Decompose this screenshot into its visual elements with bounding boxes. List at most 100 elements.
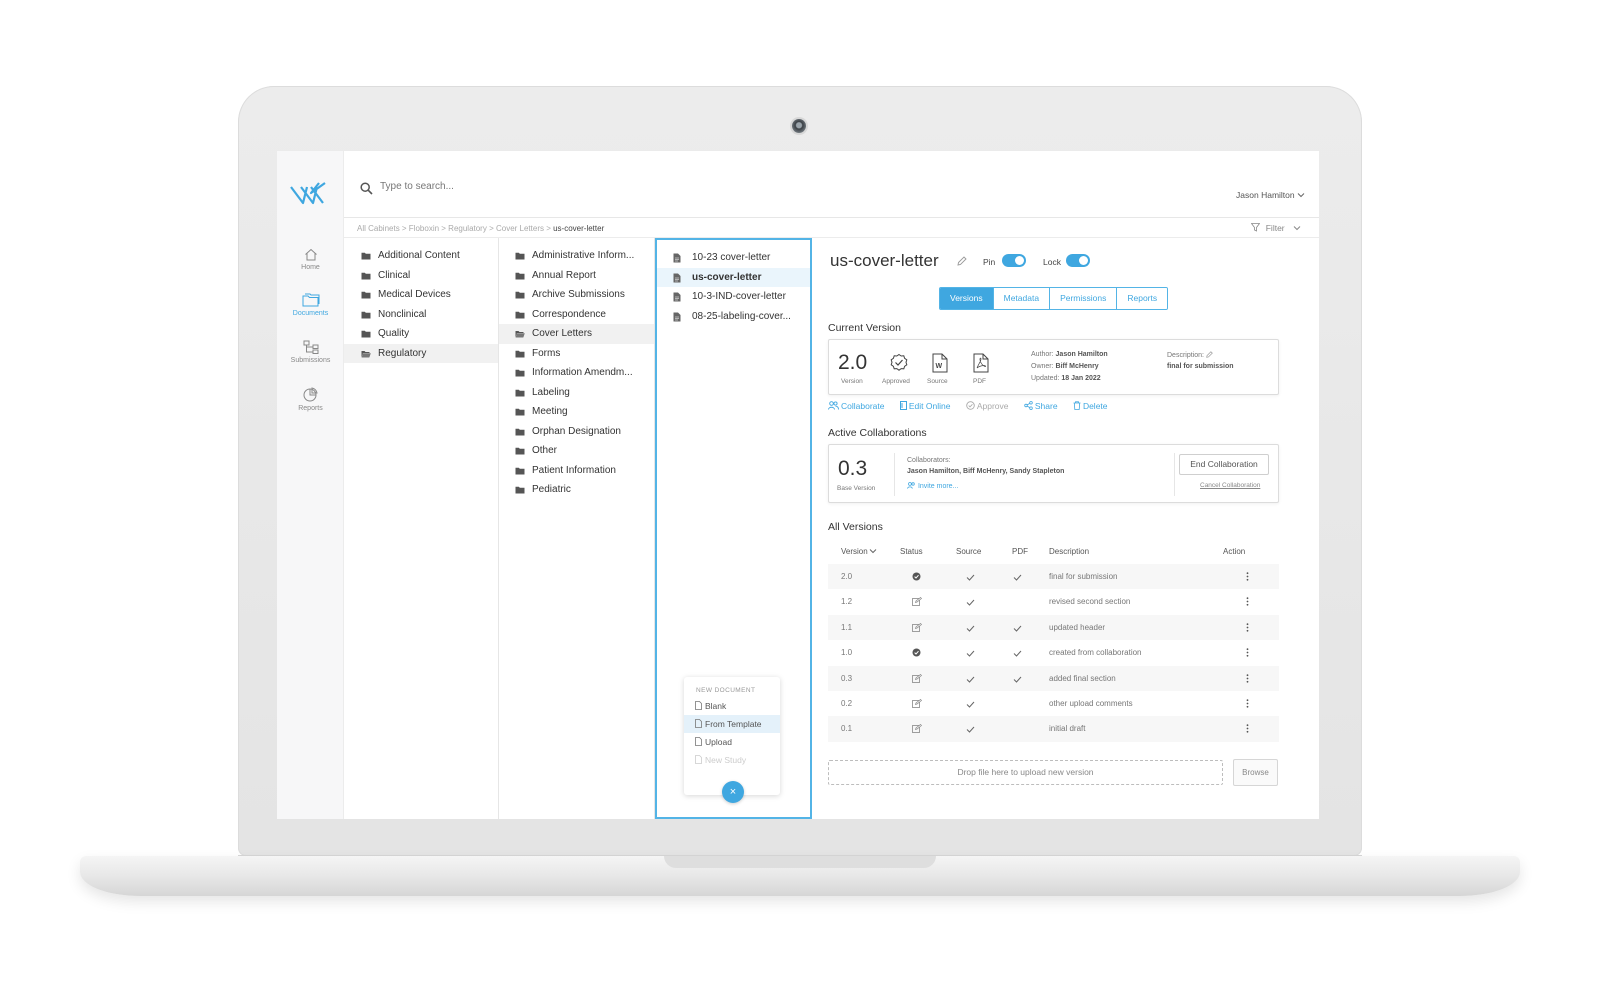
- author-label: Author:: [1031, 351, 1054, 358]
- pin-toggle[interactable]: [1002, 254, 1026, 267]
- tab-permissions[interactable]: Permissions: [1050, 288, 1118, 309]
- nav-home-label: Home: [301, 264, 320, 271]
- edit-online-button[interactable]: Edit Online: [899, 401, 950, 411]
- updated-value: 18 Jan 2022: [1061, 375, 1101, 382]
- subfolder-item[interactable]: Correspondence: [499, 305, 654, 325]
- edit-icon: [912, 597, 923, 607]
- owner-value: Biff McHenry: [1055, 363, 1099, 370]
- file-item[interactable]: 10-3-IND-cover-letter: [657, 287, 810, 307]
- cabinet-item[interactable]: Additional Content: [344, 246, 498, 266]
- description-line: Description:: [1167, 351, 1213, 359]
- cabinet-item[interactable]: Regulatory: [344, 343, 498, 363]
- upload-dropzone[interactable]: Drop file here to upload new version: [828, 760, 1223, 785]
- table-row[interactable]: 0.3 added final section: [828, 665, 1279, 691]
- pencil-icon[interactable]: [1206, 351, 1213, 358]
- table-row[interactable]: 2.0 final for submission: [828, 564, 1279, 590]
- new-document-option[interactable]: From Template: [684, 715, 780, 733]
- file-item[interactable]: us-cover-letter: [657, 267, 810, 287]
- row-action-menu[interactable]: [1246, 589, 1249, 614]
- subfolder-item[interactable]: Labeling: [499, 383, 654, 403]
- subfolder-item[interactable]: Archive Submissions: [499, 285, 654, 305]
- column-source: Source: [956, 547, 982, 556]
- cancel-collaboration-link[interactable]: Cancel Collaboration: [1200, 482, 1260, 489]
- subfolder-item[interactable]: Orphan Designation: [499, 422, 654, 442]
- row-action-menu[interactable]: [1246, 640, 1249, 665]
- version-cell: 0.2: [841, 698, 853, 708]
- nav-documents[interactable]: Documents: [277, 293, 344, 317]
- column-description: Description: [1049, 547, 1090, 556]
- subfolder-item[interactable]: Administrative Inform...: [499, 246, 654, 266]
- filter-icon: [1251, 223, 1261, 232]
- invite-more-link[interactable]: Invite more...: [907, 482, 958, 490]
- row-action-menu[interactable]: [1246, 716, 1249, 741]
- approved-badge-icon: [890, 353, 908, 371]
- user-menu[interactable]: Jason Hamilton: [1236, 189, 1305, 200]
- collaborate-button[interactable]: Collaborate: [828, 401, 884, 411]
- all-versions-title: All Versions: [828, 521, 883, 533]
- subfolder-label: Labeling: [532, 386, 570, 398]
- subfolder-item[interactable]: Information Amendm...: [499, 363, 654, 383]
- file-label: 10-23 cover-letter: [692, 252, 771, 263]
- subfolder-item[interactable]: Other: [499, 441, 654, 461]
- subfolder-label: Correspondence: [532, 308, 606, 320]
- subfolder-item[interactable]: Pediatric: [499, 480, 654, 500]
- check-icon: [966, 701, 975, 708]
- table-row[interactable]: 0.1 initial draft: [828, 716, 1279, 742]
- subfolder-item[interactable]: Forms: [499, 344, 654, 364]
- filter-label: Filter: [1265, 223, 1285, 233]
- lock-toggle[interactable]: [1066, 254, 1090, 267]
- new-document-option[interactable]: Upload: [684, 733, 780, 751]
- row-action-menu[interactable]: [1246, 691, 1249, 716]
- word-file-icon[interactable]: W: [932, 353, 948, 373]
- row-action-menu[interactable]: [1246, 615, 1249, 640]
- source-cell: [966, 564, 975, 589]
- document-detail-panel: us-cover-letter Pin Lock Versions Metada…: [812, 238, 1319, 819]
- new-document-header: NEW DOCUMENT: [696, 687, 756, 694]
- new-document-option[interactable]: Blank: [684, 697, 780, 715]
- table-header: Version Status Source PDF Description Ac…: [828, 539, 1279, 564]
- browse-button[interactable]: Browse: [1233, 759, 1278, 786]
- delete-button[interactable]: Delete: [1073, 401, 1108, 411]
- row-action-menu[interactable]: [1246, 666, 1249, 691]
- cabinet-item[interactable]: Quality: [344, 324, 498, 344]
- nav-reports[interactable]: Reports: [277, 387, 344, 412]
- table-row[interactable]: 0.2 other upload comments: [828, 691, 1279, 716]
- close-new-document-button[interactable]: ×: [722, 781, 744, 803]
- base-version-caption: Base Version: [837, 485, 876, 492]
- pencil-icon[interactable]: [957, 256, 967, 266]
- nav-submissions[interactable]: Submissions: [277, 340, 344, 364]
- approve-button[interactable]: Approve: [966, 401, 1009, 411]
- description-cell: revised second section: [1049, 597, 1131, 607]
- check-icon: [1013, 574, 1022, 581]
- search-input[interactable]: [380, 181, 680, 192]
- breadcrumb: All Cabinets > Floboxin > Regulatory > C…: [357, 224, 604, 233]
- status-cell: [912, 716, 923, 741]
- row-action-menu[interactable]: [1246, 564, 1249, 589]
- column-version[interactable]: Version: [841, 539, 877, 564]
- tab-versions[interactable]: Versions: [940, 288, 994, 309]
- file-item[interactable]: 08-25-labeling-cover...: [657, 307, 810, 327]
- share-button[interactable]: Share: [1024, 401, 1058, 411]
- breadcrumb-path[interactable]: All Cabinets > Floboxin > Regulatory > C…: [357, 224, 553, 233]
- table-row[interactable]: 1.0 created from collaboration: [828, 640, 1279, 665]
- tab-reports[interactable]: Reports: [1117, 288, 1168, 309]
- nav-home[interactable]: Home: [277, 248, 344, 271]
- table-row[interactable]: 1.2 revised second section: [828, 589, 1279, 614]
- file-item[interactable]: 10-23 cover-letter: [657, 248, 810, 268]
- description-cell: final for submission: [1049, 572, 1118, 581]
- subfolder-item[interactable]: Patient Information: [499, 461, 654, 481]
- table-row[interactable]: 1.1 updated header: [828, 614, 1279, 641]
- subfolder-item[interactable]: Cover Letters: [499, 324, 654, 344]
- cabinet-item[interactable]: Clinical: [344, 266, 498, 286]
- tab-metadata[interactable]: Metadata: [993, 288, 1051, 309]
- cabinet-item[interactable]: Medical Devices: [344, 285, 498, 305]
- end-collaboration-button[interactable]: End Collaboration: [1179, 454, 1269, 475]
- pdf-file-icon[interactable]: [973, 353, 989, 373]
- filter-button[interactable]: Filter: [1251, 223, 1301, 233]
- cabinet-item[interactable]: Nonclinical: [344, 305, 498, 325]
- new-document-option[interactable]: New Study: [684, 751, 780, 769]
- breadcrumb-current: us-cover-letter: [553, 224, 605, 233]
- version-actions: Collaborate Edit Online Approve Share De…: [828, 401, 1121, 411]
- subfolder-item[interactable]: Annual Report: [499, 266, 654, 286]
- subfolder-item[interactable]: Meeting: [499, 402, 654, 422]
